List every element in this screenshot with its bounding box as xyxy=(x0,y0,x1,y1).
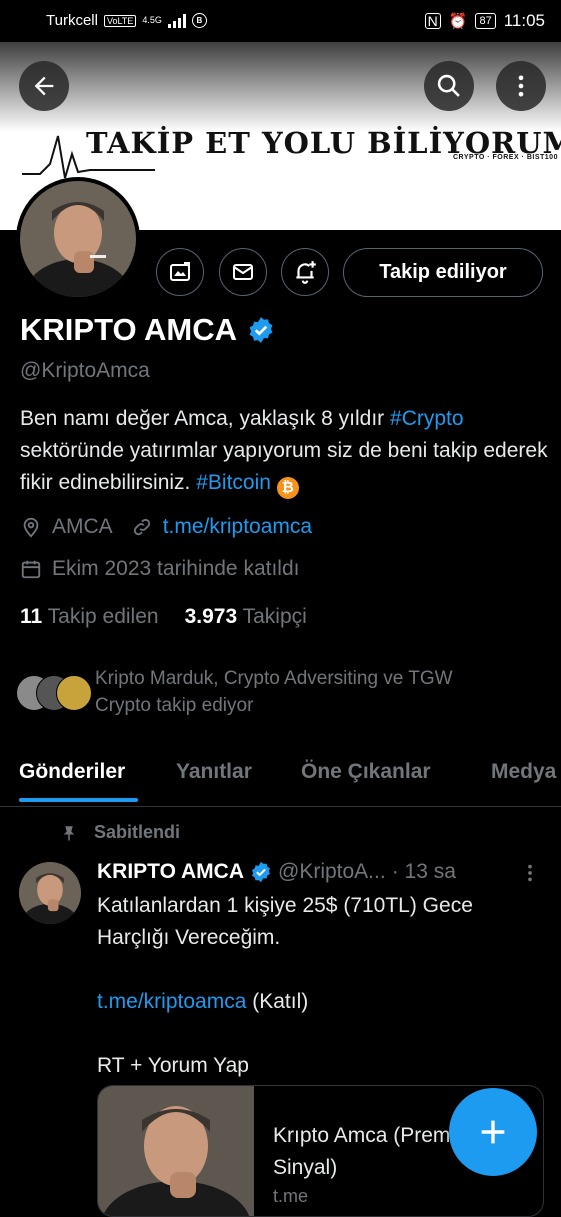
following-count-link[interactable]: 11 Takip edilen xyxy=(20,605,159,629)
tab-highlights[interactable]: Öne Çıkanlar xyxy=(301,760,431,784)
profile-avatar[interactable] xyxy=(16,177,140,301)
profile-handle: @KriptoAmca xyxy=(20,359,150,382)
signal-icon xyxy=(167,13,186,28)
followed-by-text: Kripto Marduk, Crypto Adversiting ve TGW… xyxy=(95,665,535,719)
hashtag-bitcoin[interactable]: #Bitcoin xyxy=(196,471,271,494)
follower-avatar xyxy=(56,675,92,711)
more-options-button[interactable] xyxy=(496,61,546,111)
tweet-time[interactable]: · 13 sa xyxy=(392,860,456,884)
link-preview-domain: t.me xyxy=(273,1186,309,1206)
profile-tabs: Gönderiler Yanıtlar Öne Çıkanlar Medya xyxy=(0,752,561,807)
hashtag-crypto[interactable]: #Crypto xyxy=(390,407,464,430)
calendar-icon xyxy=(21,560,41,579)
search-icon xyxy=(437,74,460,97)
tweet-author-name[interactable]: KRIPTO AMCA xyxy=(97,860,244,884)
notification-bell-plus-icon xyxy=(296,261,316,284)
clock: 11:05 xyxy=(503,11,545,30)
following-button[interactable]: Takip ediliyor xyxy=(343,248,543,297)
profile-bio: Ben namı değer Amca, yaklaşık 8 yıldır #… xyxy=(20,403,550,499)
grok-image-button[interactable] xyxy=(156,248,204,296)
profile-name-row: KRIPTO AMCA xyxy=(20,312,275,348)
compose-post-button[interactable] xyxy=(449,1088,537,1176)
avatar-photo xyxy=(20,181,136,297)
banner-gradient xyxy=(0,42,561,132)
tweet-link-suffix: (Katıl) xyxy=(246,990,309,1013)
verified-badge-icon xyxy=(252,861,270,883)
tweet-author-avatar[interactable] xyxy=(19,862,81,924)
tab-media[interactable]: Medya xyxy=(491,760,556,784)
plus-icon xyxy=(481,1120,505,1144)
followers-count-link[interactable]: 3.973 Takipçi xyxy=(185,605,307,629)
followers-count: 3.973 xyxy=(184,605,238,628)
back-arrow-icon xyxy=(34,76,54,96)
message-button[interactable] xyxy=(219,248,267,296)
more-vertical-icon xyxy=(528,864,532,882)
battery-icon: 87 xyxy=(475,13,496,29)
verified-badge-icon[interactable] xyxy=(247,316,275,344)
bio-text: Ben namı değer Amca, yaklaşık 8 yıldır xyxy=(20,407,391,430)
more-vertical-icon xyxy=(518,75,524,97)
followers-label: Takipçi xyxy=(242,605,307,628)
status-bar: Turkcell VoLTE 4.5G B N ⏰ 87 11:05 xyxy=(0,0,561,42)
alarm-icon: ⏰ xyxy=(448,13,468,30)
profile-joined-date: Ekim 2023 tarihinde katıldı xyxy=(52,557,300,580)
search-button[interactable] xyxy=(424,61,474,111)
profile-meta-joined-row: Ekim 2023 tarihinde katıldı xyxy=(20,557,299,581)
status-left: Turkcell VoLTE 4.5G B xyxy=(46,12,207,29)
following-count: 11 xyxy=(20,605,43,628)
following-label: Takip edilen xyxy=(47,605,159,628)
carrier-name: Turkcell xyxy=(46,12,98,29)
follow-counts: 11 Takip edilen 3.973 Takipçi xyxy=(20,605,307,629)
back-button[interactable] xyxy=(19,61,69,111)
link-preview-image xyxy=(98,1086,254,1216)
followed-by-avatars xyxy=(16,675,92,711)
avatar-photo xyxy=(19,862,81,924)
pinned-indicator: Sabitlendi xyxy=(60,822,180,843)
profile-website-link[interactable]: t.me/kriptoamca xyxy=(163,515,312,539)
network-type: 4.5G xyxy=(142,15,162,25)
bitcoin-emoji-icon: ₿ xyxy=(276,477,299,499)
notification-button[interactable] xyxy=(281,248,329,296)
profile-meta-location-row: AMCA t.me/kriptoamca xyxy=(20,515,312,539)
tweet-body: Katılanlardan 1 kişiye 25$ (710TL) Gece … xyxy=(97,890,537,1082)
tweet-link[interactable]: t.me/kriptoamca xyxy=(97,990,246,1013)
tab-replies[interactable]: Yanıtlar xyxy=(176,760,252,784)
tweet-header: KRIPTO AMCA @KriptoA... · 13 sa xyxy=(97,860,456,884)
profile-name: KRIPTO AMCA xyxy=(20,312,237,347)
tweet-text-line3: RT + Yorum Yap xyxy=(97,1054,249,1077)
grok-image-icon xyxy=(170,262,190,281)
volte-indicator: VoLTE xyxy=(103,14,137,27)
link-icon xyxy=(133,518,150,536)
profile-location: AMCA xyxy=(52,515,113,538)
nfc-icon: N xyxy=(424,13,441,29)
pin-icon xyxy=(63,825,75,840)
tweet-more-button[interactable] xyxy=(524,862,536,889)
mail-icon xyxy=(233,264,253,280)
tweet-text-line1: Katılanlardan 1 kişiye 25$ (710TL) Gece … xyxy=(97,894,473,949)
followed-by-line1: Kripto Marduk, Crypto Adversiting ve TGW xyxy=(95,668,453,689)
pinned-label: Sabitlendi xyxy=(94,822,181,842)
tweet-author-handle[interactable]: @KriptoA... xyxy=(278,860,386,884)
tab-posts[interactable]: Gönderiler xyxy=(19,760,125,784)
status-right: N ⏰ 87 11:05 xyxy=(424,11,545,31)
location-icon xyxy=(23,517,39,538)
b-app-icon: B xyxy=(191,13,207,28)
active-tab-indicator xyxy=(19,798,138,802)
banner-subtitle: CRYPTO · FOREX · BIST100 xyxy=(453,154,558,161)
followed-by-line2: Crypto takip ediyor xyxy=(95,695,254,716)
